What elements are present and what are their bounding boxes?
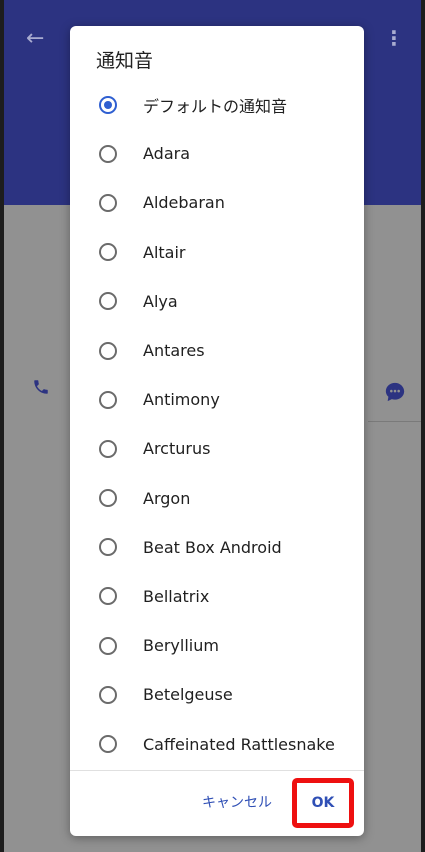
- actions-divider: [70, 770, 364, 771]
- dialog-title: 通知音: [96, 50, 154, 72]
- radio-selected-icon[interactable]: [99, 95, 117, 114]
- cancel-button[interactable]: キャンセル: [202, 792, 272, 812]
- radio-unselected-icon[interactable]: [99, 390, 117, 409]
- sound-option[interactable]: Antares: [70, 326, 364, 375]
- radio-unselected-icon[interactable]: [99, 341, 117, 360]
- sound-option[interactable]: Caffeinated Rattlesnake: [70, 719, 364, 768]
- sound-option[interactable]: Adara: [70, 129, 364, 178]
- back-arrow-icon[interactable]: ←: [26, 26, 44, 51]
- sound-option[interactable]: Arcturus: [70, 424, 364, 473]
- radio-unselected-icon[interactable]: [99, 439, 117, 458]
- option-label: Beryllium: [143, 636, 219, 656]
- radio-unselected-icon[interactable]: [99, 735, 117, 754]
- phone-icon[interactable]: [32, 378, 50, 396]
- radio-unselected-icon[interactable]: [99, 292, 117, 311]
- option-label: Aldebaran: [143, 193, 225, 213]
- sound-option[interactable]: Alya: [70, 277, 364, 326]
- sound-option[interactable]: Beat Box Android: [70, 523, 364, 572]
- sound-option[interactable]: Betelgeuse: [70, 670, 364, 719]
- radio-unselected-icon[interactable]: [99, 685, 117, 704]
- sound-options-list: デフォルトの通知音 Adara Aldebaran Altair Alya An…: [70, 80, 364, 769]
- radio-unselected-icon[interactable]: [99, 636, 117, 655]
- option-label: Beat Box Android: [143, 537, 282, 557]
- option-label: Alya: [143, 291, 178, 311]
- notification-sound-dialog: 通知音 デフォルトの通知音 Adara Aldebaran Altair Aly…: [70, 26, 364, 836]
- option-label: Caffeinated Rattlesnake: [143, 734, 335, 754]
- option-label: Bellatrix: [143, 586, 210, 606]
- radio-unselected-icon[interactable]: [99, 243, 117, 262]
- chat-bubble-icon[interactable]: [384, 381, 406, 403]
- ok-button[interactable]: OK: [312, 795, 335, 811]
- sound-option[interactable]: Bellatrix: [70, 572, 364, 621]
- sound-option-default[interactable]: デフォルトの通知音: [70, 80, 364, 129]
- option-label: Antares: [143, 341, 205, 361]
- list-divider: [368, 421, 421, 422]
- sound-option[interactable]: Beryllium: [70, 621, 364, 670]
- radio-unselected-icon[interactable]: [99, 144, 117, 163]
- option-label: Argon: [143, 488, 191, 508]
- sound-option[interactable]: Aldebaran: [70, 178, 364, 227]
- sound-option[interactable]: Argon: [70, 474, 364, 523]
- option-label: Adara: [143, 144, 191, 164]
- option-label: Altair: [143, 242, 186, 262]
- option-label: Arcturus: [143, 439, 211, 459]
- radio-unselected-icon[interactable]: [99, 193, 117, 212]
- radio-unselected-icon[interactable]: [99, 587, 117, 606]
- option-label: Antimony: [143, 390, 220, 410]
- option-label: デフォルトの通知音: [143, 96, 288, 116]
- option-label: Betelgeuse: [143, 685, 233, 705]
- radio-unselected-icon[interactable]: [99, 538, 117, 557]
- radio-unselected-icon[interactable]: [99, 489, 117, 508]
- ok-button-highlight: OK: [292, 778, 354, 828]
- more-options-icon[interactable]: ⋮: [384, 26, 404, 50]
- sound-option[interactable]: Altair: [70, 228, 364, 277]
- sound-option[interactable]: Antimony: [70, 375, 364, 424]
